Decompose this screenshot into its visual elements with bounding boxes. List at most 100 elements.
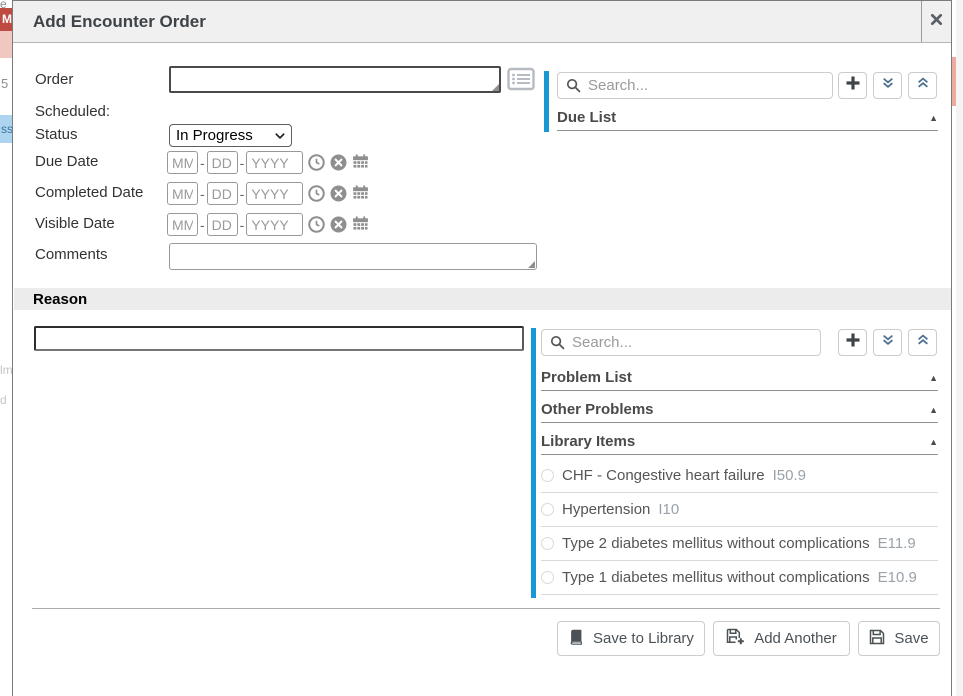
due-search-input[interactable] [588, 77, 824, 94]
clock-icon[interactable] [308, 185, 325, 202]
reason-expand-all-button[interactable] [873, 329, 902, 356]
calendar-icon[interactable] [352, 154, 369, 171]
clear-date-icon[interactable] [330, 185, 347, 202]
collapse-triangle-icon: ▲ [929, 373, 938, 383]
status-select[interactable]: In Progress [169, 124, 292, 147]
bg-fragment-salmon-sliver [952, 57, 956, 106]
reason-section-title: Reason [33, 291, 87, 308]
footer-divider [32, 608, 940, 609]
screen: e M 5 ss lm d Add Encounter Order Order [0, 0, 963, 696]
order-input-wrap [169, 66, 501, 93]
plus-icon [845, 75, 861, 96]
radio-icon[interactable] [541, 503, 554, 516]
radio-icon[interactable] [541, 537, 554, 550]
dialog-title: Add Encounter Order [13, 1, 921, 42]
date-separator: - [200, 217, 205, 233]
completed-date-month-input[interactable] [167, 182, 198, 205]
visible-date-month-input[interactable] [167, 213, 198, 236]
date-separator: - [200, 186, 205, 202]
reason-section-bar: Reason [14, 288, 951, 310]
double-chevron-up-icon [916, 76, 930, 95]
library-item-name: Type 2 diabetes mellitus without complic… [562, 535, 870, 552]
status-label: Status [35, 126, 78, 143]
clock-icon[interactable] [308, 216, 325, 233]
due-collapse-all-button[interactable] [908, 72, 937, 99]
library-item-code: I50.9 [773, 467, 806, 484]
visible-date-year-input[interactable] [246, 213, 303, 236]
close-button[interactable] [921, 1, 951, 42]
list-icon [507, 78, 535, 95]
order-lookup-button[interactable] [507, 67, 535, 91]
clear-date-icon[interactable] [330, 216, 347, 233]
date-separator: - [200, 155, 205, 171]
scheduled-label: Scheduled: [35, 103, 110, 120]
due-date-year-input[interactable] [246, 151, 303, 174]
library-item-chf[interactable]: CHF - Congestive heart failure I50.9 [541, 459, 938, 493]
comments-area-wrap [169, 243, 537, 270]
add-another-button[interactable]: Add Another [713, 621, 850, 656]
collapse-triangle-icon: ▲ [929, 113, 938, 123]
date-separator: - [240, 217, 245, 233]
library-items-section-header[interactable]: Library Items ▲ [541, 429, 938, 455]
page-scrollbar[interactable] [956, 0, 963, 696]
due-search-box [557, 72, 833, 99]
add-another-label: Add Another [754, 630, 837, 647]
due-list-section-header[interactable]: Due List ▲ [557, 105, 938, 131]
visible-date-day-input[interactable] [207, 213, 238, 236]
save-to-library-label: Save to Library [593, 630, 694, 647]
bg-fragment-text-lm: lm [0, 363, 12, 377]
library-item-name: Type 1 diabetes mellitus without complic… [562, 569, 870, 586]
double-chevron-down-icon [881, 76, 895, 95]
order-label: Order [35, 71, 73, 88]
reason-search-input[interactable] [572, 334, 812, 351]
library-items-section-label: Library Items [541, 433, 635, 450]
comments-label: Comments [35, 246, 108, 263]
reason-input[interactable] [34, 326, 524, 351]
problem-list-section-header[interactable]: Problem List ▲ [541, 365, 938, 391]
other-problems-section-label: Other Problems [541, 401, 654, 418]
library-item-type1-diabetes[interactable]: Type 1 diabetes mellitus without complic… [541, 561, 938, 595]
library-item-hypertension[interactable]: Hypertension I10 [541, 493, 938, 527]
clock-icon[interactable] [308, 154, 325, 171]
bg-fragment-text-d: d [0, 393, 12, 407]
order-input[interactable] [169, 66, 501, 93]
calendar-icon[interactable] [352, 216, 369, 233]
completed-date-year-input[interactable] [246, 182, 303, 205]
save-plus-icon [726, 628, 745, 649]
visible-date-label: Visible Date [35, 215, 115, 232]
bg-fragment-number: 5 [1, 76, 12, 91]
reason-search-box [541, 329, 821, 356]
radio-icon[interactable] [541, 469, 554, 482]
library-item-type2-diabetes[interactable]: Type 2 diabetes mellitus without complic… [541, 527, 938, 561]
due-add-button[interactable] [838, 72, 867, 99]
due-date-month-input[interactable] [167, 151, 198, 174]
collapse-triangle-icon: ▲ [929, 437, 938, 447]
completed-date-day-input[interactable] [207, 182, 238, 205]
double-chevron-up-icon [916, 333, 930, 352]
date-separator: - [240, 155, 245, 171]
status-selected-value: In Progress [176, 127, 253, 144]
due-expand-all-button[interactable] [873, 72, 902, 99]
due-date-day-input[interactable] [207, 151, 238, 174]
calendar-icon[interactable] [352, 185, 369, 202]
due-date-row: - - [167, 151, 369, 174]
due-panel-accent-bar [544, 71, 549, 132]
search-icon [566, 78, 581, 93]
library-item-code: E10.9 [878, 569, 917, 586]
close-icon [930, 13, 943, 31]
library-item-name: Hypertension [562, 501, 650, 518]
comments-textarea[interactable] [169, 243, 537, 270]
reason-collapse-all-button[interactable] [908, 329, 937, 356]
reason-add-button[interactable] [838, 329, 867, 356]
chevron-down-icon [274, 130, 286, 142]
collapse-triangle-icon: ▲ [929, 405, 938, 415]
save-button[interactable]: Save [858, 621, 940, 656]
bg-fragment-blue-block: ss [0, 115, 12, 143]
bg-fragment-pink-block [0, 31, 12, 58]
radio-icon[interactable] [541, 571, 554, 584]
clear-date-icon[interactable] [330, 154, 347, 171]
save-to-library-button[interactable]: Save to Library [557, 621, 705, 656]
other-problems-section-header[interactable]: Other Problems ▲ [541, 397, 938, 423]
library-item-name: CHF - Congestive heart failure [562, 467, 765, 484]
search-icon [550, 335, 565, 350]
